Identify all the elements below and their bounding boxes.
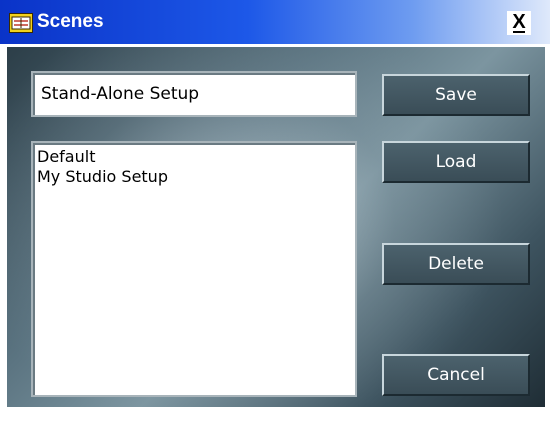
close-button[interactable]: X xyxy=(507,11,531,35)
window-title: Scenes xyxy=(37,11,104,32)
list-item[interactable]: Default xyxy=(37,147,351,167)
delete-button[interactable]: Delete xyxy=(382,243,530,285)
save-button[interactable]: Save xyxy=(382,74,530,116)
title-bar[interactable]: Scenes X xyxy=(0,0,550,44)
cancel-button[interactable]: Cancel xyxy=(382,354,530,396)
dialog-body: Default My Studio Setup Save Load Delete… xyxy=(7,47,545,407)
scenes-dialog: Scenes X Default My Studio Setup Save Lo… xyxy=(0,0,550,422)
scene-name-input[interactable] xyxy=(31,71,357,117)
load-button[interactable]: Load xyxy=(382,141,530,183)
close-icon: X xyxy=(512,11,526,33)
scene-app-icon xyxy=(9,13,33,33)
scene-list[interactable]: Default My Studio Setup xyxy=(31,141,357,397)
list-item[interactable]: My Studio Setup xyxy=(37,167,351,187)
